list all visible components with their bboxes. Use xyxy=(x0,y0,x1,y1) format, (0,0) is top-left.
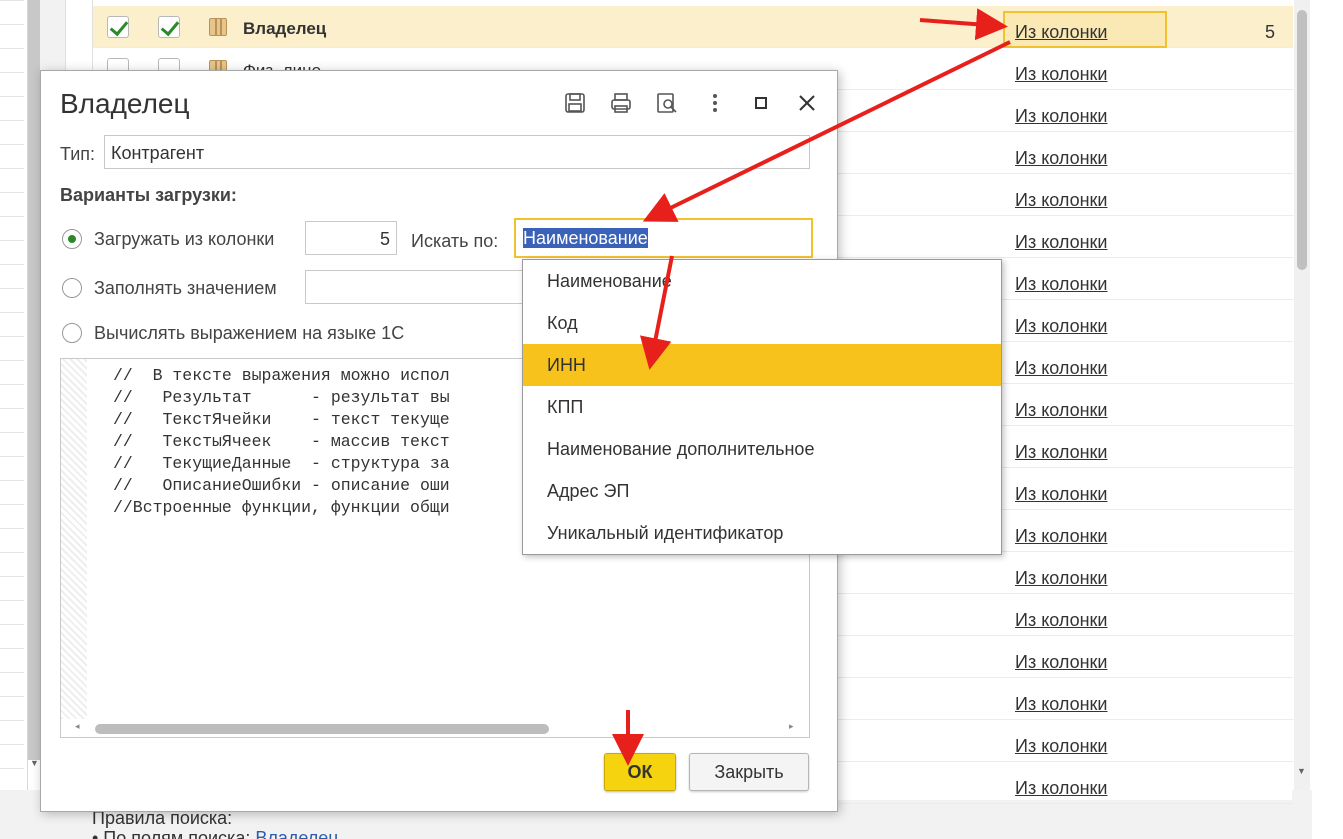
search-rules-link[interactable]: Владелец xyxy=(255,828,338,839)
compute-expression-label: Вычислять выражением на языке 1С xyxy=(94,323,405,343)
scroll-down-arrow-icon[interactable]: ▼ xyxy=(30,758,39,768)
left-scrollbar[interactable] xyxy=(28,0,40,760)
editor-gutter xyxy=(61,359,87,719)
code-line: // В тексте выражения можно испол xyxy=(113,366,450,385)
search-by-value: Наименование xyxy=(523,228,648,248)
load-mode-link[interactable]: Из колонки xyxy=(1015,694,1107,715)
scroll-down-arrow-icon[interactable]: ▼ xyxy=(1297,766,1306,776)
table-row[interactable]: Владелец Из колонки 5 xyxy=(93,6,1293,48)
radio-from-column[interactable] xyxy=(62,229,82,249)
code-line: //Встроенные функции, функции общи xyxy=(113,498,450,517)
table-vertical-scrollbar[interactable]: ▼ xyxy=(1294,0,1310,790)
load-mode-link[interactable]: Из колонки xyxy=(1015,64,1107,85)
load-options-title: Варианты загрузки: xyxy=(60,185,237,205)
dropdown-item[interactable]: ИНН xyxy=(523,344,1001,386)
left-panel xyxy=(0,0,28,839)
scrollbar-thumb[interactable] xyxy=(1297,10,1307,270)
search-rules-prefix: • По полям поиска: xyxy=(92,828,256,839)
load-mode-link[interactable]: Из колонки xyxy=(1015,778,1107,799)
dialog-title: Владелец xyxy=(60,88,190,119)
load-mode-link[interactable]: Из колонки xyxy=(1015,274,1107,295)
editor-scroll-thumb[interactable] xyxy=(95,724,549,734)
row-checkbox[interactable] xyxy=(107,16,129,38)
preview-icon[interactable] xyxy=(655,91,679,115)
load-mode-link[interactable]: Из колонки xyxy=(1015,736,1107,757)
ok-button[interactable]: ОК xyxy=(604,753,676,791)
code-line: // ТекущиеДанные - структура за xyxy=(113,454,450,473)
load-mode-link[interactable]: Из колонки xyxy=(1015,526,1107,547)
from-column-label: Загружать из колонки xyxy=(94,229,275,249)
search-by-label: Искать по: xyxy=(411,231,499,251)
load-mode-link[interactable]: Из колонки xyxy=(1015,316,1107,337)
dropdown-item[interactable]: Адрес ЭП xyxy=(523,470,1001,512)
expression-code: // В тексте выражения можно испол // Резу… xyxy=(113,365,450,519)
search-by-dropdown: Наименование Код ИНН КПП Наименование дополн… xyxy=(522,259,1002,555)
maximize-icon[interactable] xyxy=(749,91,773,115)
right-edge xyxy=(1312,0,1343,839)
row-field-name: Владелец xyxy=(243,19,327,38)
type-field[interactable]: Контрагент xyxy=(104,135,810,169)
load-mode-link[interactable]: Из колонки xyxy=(1015,148,1107,169)
load-mode-link[interactable]: Из колонки xyxy=(1015,106,1107,127)
load-mode-link[interactable]: Из колонки xyxy=(1015,652,1107,673)
dropdown-item[interactable]: Наименование xyxy=(523,260,1001,302)
close-icon[interactable] xyxy=(795,91,819,115)
code-line: // ОписаниеОшибки - описание оши xyxy=(113,476,450,495)
print-icon[interactable] xyxy=(609,91,633,115)
load-mode-link[interactable]: Из колонки xyxy=(1015,442,1107,463)
fill-value-label: Заполнять значением xyxy=(94,278,277,298)
dropdown-item[interactable]: Код xyxy=(523,302,1001,344)
save-icon[interactable] xyxy=(563,91,587,115)
editor-horizontal-scrollbar[interactable]: ◂ ▸ xyxy=(61,719,809,737)
scroll-left-arrow-icon[interactable]: ◂ xyxy=(75,721,80,732)
load-mode-link[interactable]: Из колонки xyxy=(1015,484,1107,505)
load-mode-link[interactable]: Из колонки xyxy=(1015,232,1107,253)
more-icon[interactable] xyxy=(703,91,727,115)
scroll-right-arrow-icon[interactable]: ▸ xyxy=(789,721,794,732)
load-mode-link[interactable]: Из колонки xyxy=(1015,22,1107,43)
close-button[interactable]: Закрыть xyxy=(689,753,809,791)
fill-value-field[interactable] xyxy=(305,270,525,304)
load-mode-link[interactable]: Из колонки xyxy=(1015,358,1107,379)
row-checkbox[interactable] xyxy=(158,16,180,38)
dropdown-item[interactable]: Уникальный идентификатор xyxy=(523,512,1001,554)
left-grid xyxy=(0,0,24,800)
column-number: 5 xyxy=(1264,22,1275,42)
load-mode-link[interactable]: Из колонки xyxy=(1015,568,1107,589)
column-number-field[interactable]: 5 xyxy=(305,221,397,255)
catalog-icon xyxy=(209,18,227,36)
load-mode-link[interactable]: Из колонки xyxy=(1015,190,1107,211)
dropdown-item[interactable]: Наименование дополнительное xyxy=(523,428,1001,470)
search-rules-line: • По полям поиска: Владелец xyxy=(92,828,339,839)
radio-compute-expression[interactable] xyxy=(62,323,82,343)
load-mode-link[interactable]: Из колонки xyxy=(1015,400,1107,421)
type-label: Тип: xyxy=(60,144,96,164)
load-mode-link[interactable]: Из колонки xyxy=(1015,610,1107,631)
code-line: // ТекстыЯчеек - массив текст xyxy=(113,432,450,451)
search-by-field[interactable]: Наименование xyxy=(514,218,813,258)
code-line: // Результат - результат вы xyxy=(113,388,450,407)
dropdown-item[interactable]: КПП xyxy=(523,386,1001,428)
radio-fill-value[interactable] xyxy=(62,278,82,298)
code-line: // ТекстЯчейки - текст текуще xyxy=(113,410,450,429)
